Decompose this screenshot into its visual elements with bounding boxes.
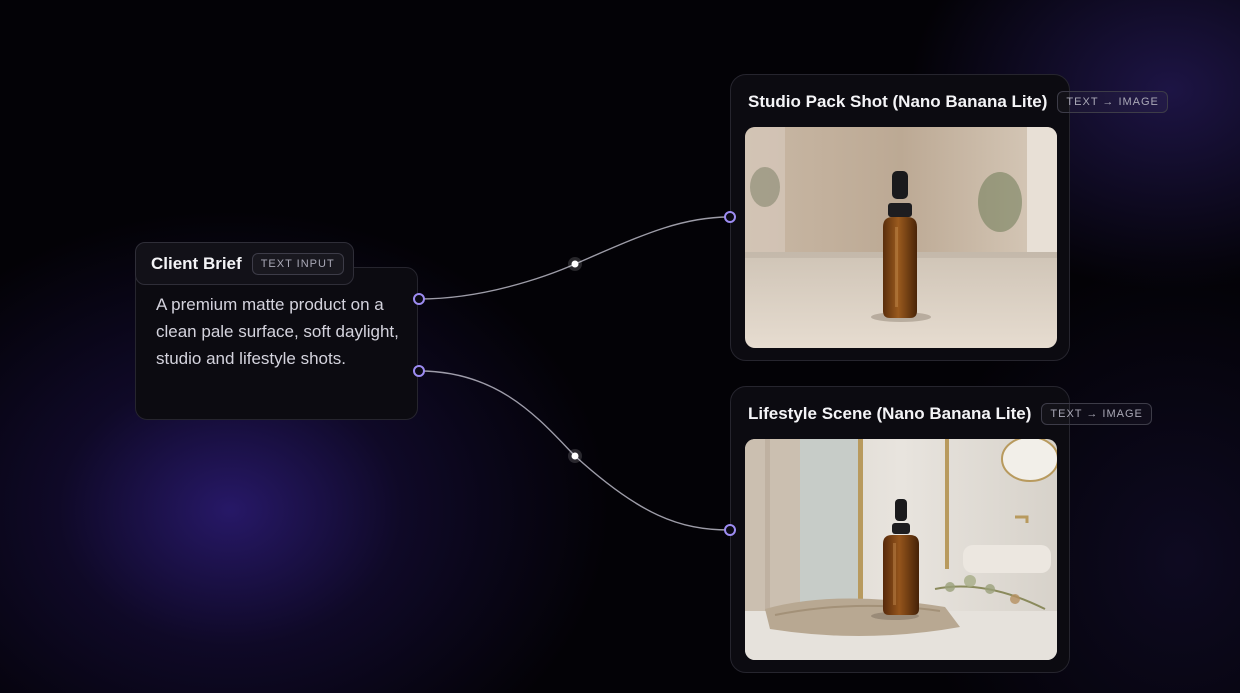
output-port[interactable]	[413, 293, 425, 305]
node-title: Client Brief	[151, 253, 242, 273]
generated-image-lifestyle[interactable]	[745, 439, 1057, 660]
output-port[interactable]	[413, 365, 425, 377]
node-type-badge: TEXT → IMAGE	[1041, 403, 1152, 425]
image-lifestyle-scene	[745, 439, 1057, 660]
client-brief-text[interactable]: A premium matte product on a clean pale …	[156, 291, 406, 372]
generated-image-studio[interactable]	[745, 127, 1057, 348]
lifestyle-scene-node[interactable]: Lifestyle Scene (Nano Banana Lite) TEXT …	[730, 386, 1152, 673]
node-type-badge: TEXT → IMAGE	[1057, 91, 1168, 113]
studio-pack-shot-node[interactable]: Studio Pack Shot (Nano Banana Lite) TEXT…	[730, 74, 1168, 361]
node-type-badge: TEXT INPUT	[251, 252, 344, 275]
input-port[interactable]	[724, 211, 736, 223]
node-title: Lifestyle Scene (Nano Banana Lite)	[748, 404, 1032, 423]
node-title: Studio Pack Shot (Nano Banana Lite)	[748, 92, 1048, 111]
image-studio-pack-shot	[745, 127, 1057, 348]
client-brief-header[interactable]: Client Brief TEXT INPUT	[135, 242, 354, 285]
input-port[interactable]	[724, 524, 736, 536]
